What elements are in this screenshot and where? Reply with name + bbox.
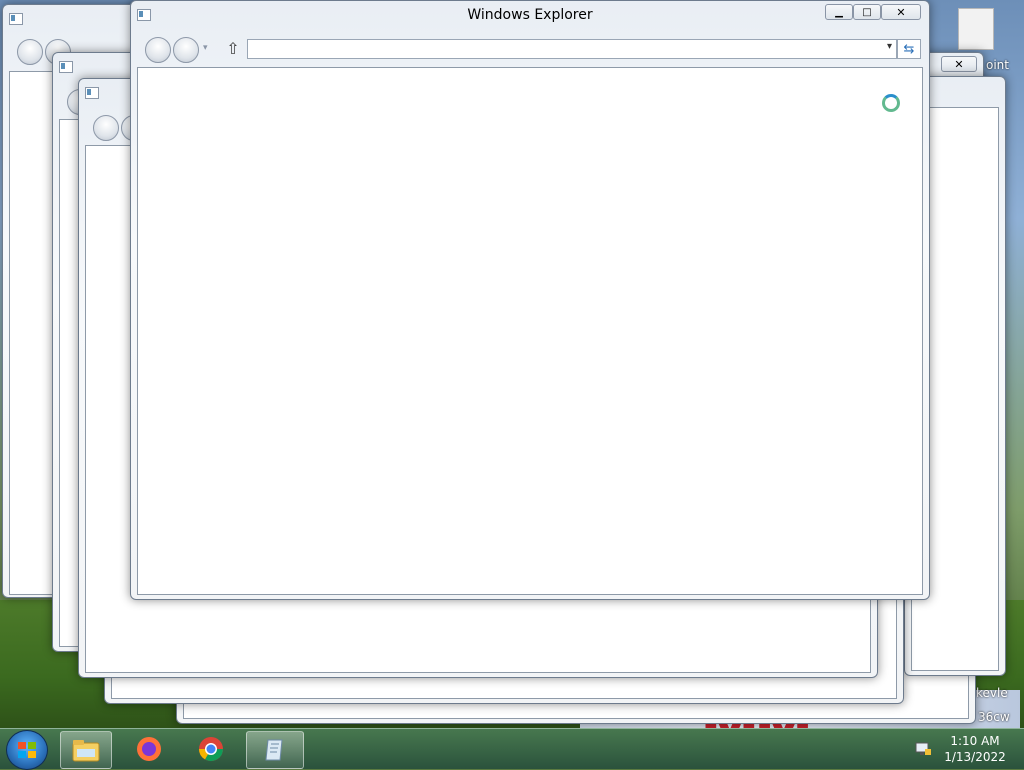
desktop-file-icon[interactable] xyxy=(958,8,994,50)
close-button[interactable]: ✕ xyxy=(941,56,977,72)
refresh-icon[interactable]: ⇆ xyxy=(897,39,921,59)
network-tray-icon[interactable] xyxy=(914,739,932,757)
close-button[interactable]: ✕ xyxy=(881,4,921,20)
content-pane xyxy=(137,67,923,595)
explorer-window-front[interactable]: Windows Explorer ▁ □ ✕ ▾ ⇧ ▾ ⇆ xyxy=(130,0,930,600)
document-icon xyxy=(265,739,283,761)
start-button[interactable] xyxy=(6,730,48,770)
window-icon xyxy=(9,13,23,25)
forward-button[interactable] xyxy=(173,37,199,63)
desktop-label-3: 36cw xyxy=(978,710,1010,724)
address-dropdown-icon[interactable]: ▾ xyxy=(887,41,892,52)
chrome-icon xyxy=(199,737,223,762)
back-button[interactable] xyxy=(145,37,171,63)
taskbar-active-window-button[interactable] xyxy=(246,731,304,769)
folder-icon xyxy=(72,740,100,762)
window-icon xyxy=(85,87,99,99)
address-bar[interactable]: ▾ xyxy=(247,39,897,59)
desktop-label-1: oint xyxy=(986,58,1009,72)
recent-pages-arrow-icon[interactable]: ▾ xyxy=(203,43,208,53)
minimize-button[interactable]: ▁ xyxy=(825,4,853,20)
desktop-label-2: kevle xyxy=(976,686,1008,700)
windows-logo-icon xyxy=(18,742,36,758)
taskbar-firefox-button[interactable] xyxy=(124,731,174,767)
maximize-button[interactable]: □ xyxy=(853,4,881,20)
back-button[interactable] xyxy=(93,115,119,141)
clock-time: 1:10 AM xyxy=(950,734,1000,748)
clock-date: 1/13/2022 xyxy=(944,750,1006,764)
taskbar-chrome-button[interactable] xyxy=(186,731,236,767)
window-title: Windows Explorer xyxy=(467,7,593,23)
window-icon xyxy=(59,61,73,73)
taskbar: 1:10 AM 1/13/2022 xyxy=(0,728,1024,770)
firefox-icon xyxy=(137,737,161,761)
taskbar-explorer-button[interactable] xyxy=(60,731,112,769)
back-button[interactable] xyxy=(17,39,43,65)
up-arrow-icon[interactable]: ⇧ xyxy=(223,39,243,59)
loading-spinner-icon xyxy=(882,94,900,112)
taskbar-clock[interactable]: 1:10 AM 1/13/2022 xyxy=(940,733,1010,765)
